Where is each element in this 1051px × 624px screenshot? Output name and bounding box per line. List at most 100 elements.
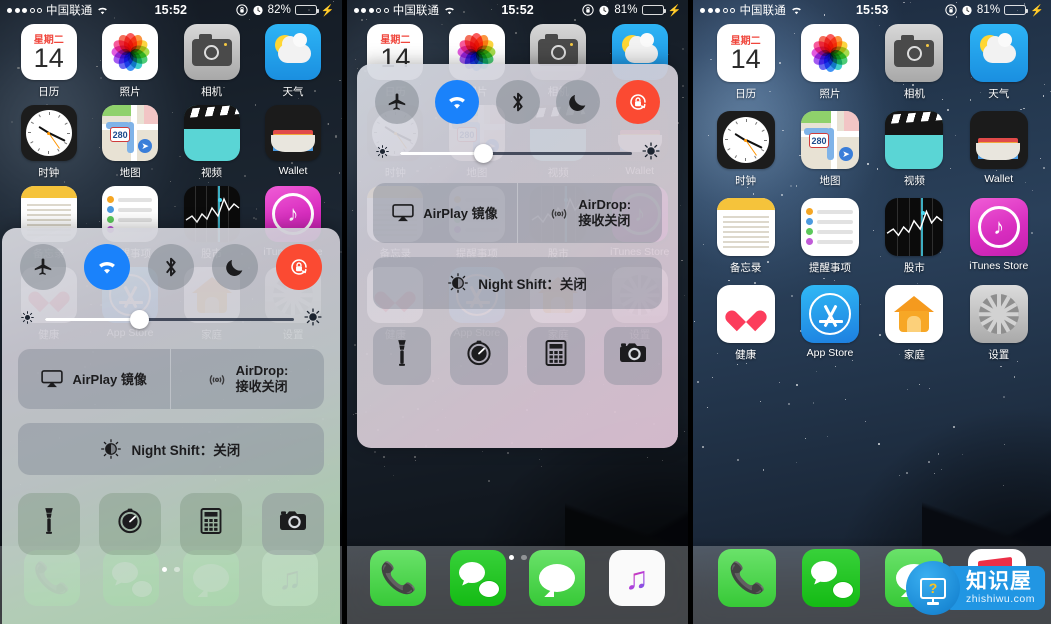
- home-app-icon[interactable]: [885, 285, 944, 343]
- control-center-shortcuts: [369, 309, 667, 389]
- app-label: 健康: [735, 349, 757, 361]
- toggle-bluetooth[interactable]: [495, 80, 540, 124]
- night-shift-button[interactable]: Night Shift：关闭: [18, 422, 324, 475]
- app-camera[interactable]: 相机: [872, 24, 956, 101]
- app-photos[interactable]: 照片: [89, 24, 170, 99]
- app-clock[interactable]: 时钟: [703, 111, 787, 188]
- shortcut-flashlight[interactable]: [372, 326, 431, 385]
- shortcut-camera[interactable]: [261, 492, 324, 555]
- app-label: Wallet: [278, 165, 308, 177]
- airplay-mirroring-button[interactable]: AirPlay 镜像: [373, 183, 517, 243]
- weather-app-icon[interactable]: [265, 24, 321, 80]
- timer-icon: [116, 507, 144, 540]
- status-bar: 中国联通 15:53 81% ⚡: [693, 0, 1051, 20]
- stocks-app-icon[interactable]: [885, 198, 944, 256]
- app-videos[interactable]: 视频: [171, 105, 252, 180]
- calendar-app-icon[interactable]: 星期二 14: [716, 24, 775, 82]
- app-weather[interactable]: 天气: [957, 24, 1041, 101]
- settings-app-icon[interactable]: [969, 285, 1028, 343]
- camera-app-icon[interactable]: [885, 24, 944, 82]
- toggle-wifi[interactable]: [83, 244, 130, 290]
- itunes-store-app-icon[interactable]: ♪: [969, 198, 1028, 256]
- airplane-icon: [386, 91, 408, 113]
- videos-app-icon[interactable]: [183, 105, 240, 161]
- clock-app-icon[interactable]: [20, 105, 77, 161]
- clock-app-icon[interactable]: [716, 111, 775, 169]
- brightness-track[interactable]: [399, 144, 633, 163]
- app-stocks[interactable]: 股市: [872, 198, 956, 275]
- toggle-airplane-mode[interactable]: [374, 80, 419, 124]
- app-videos[interactable]: 视频: [872, 111, 956, 188]
- app-clock[interactable]: 时钟: [8, 105, 89, 180]
- app-maps[interactable]: 280➤ 地图: [89, 105, 170, 180]
- app-wallet[interactable]: Wallet: [252, 105, 333, 180]
- app-label: 视频: [903, 175, 925, 187]
- notes-app-icon[interactable]: [716, 198, 775, 256]
- brightness-slider[interactable]: [369, 124, 667, 169]
- phone-dock-icon[interactable]: 📞: [718, 549, 777, 607]
- toggle-do-not-disturb[interactable]: [555, 80, 600, 124]
- control-center-toggles: [369, 78, 667, 124]
- shortcut-timer[interactable]: [99, 492, 162, 555]
- airdrop-button[interactable]: AirDrop: 接收关闭: [517, 183, 662, 243]
- monitor-question-icon: ?: [905, 561, 960, 615]
- shortcut-camera[interactable]: [604, 326, 663, 385]
- toggle-rotation-lock[interactable]: [616, 80, 661, 124]
- airplay-mirroring-button[interactable]: AirPlay 镜像: [18, 349, 170, 409]
- toggle-rotation-lock[interactable]: [275, 244, 322, 290]
- app-home[interactable]: 家庭: [872, 285, 956, 362]
- photos-app-icon[interactable]: [102, 24, 159, 80]
- toggle-do-not-disturb[interactable]: [211, 244, 258, 290]
- app-label: 日历: [38, 86, 60, 98]
- photos-app-icon[interactable]: [801, 24, 860, 82]
- toggle-wifi[interactable]: [435, 80, 480, 124]
- airdrop-button[interactable]: AirDrop: 接收关闭: [170, 349, 323, 409]
- wallet-app-icon[interactable]: [265, 105, 321, 161]
- airdrop-label: AirDrop: 接收关闭: [578, 197, 631, 229]
- control-center-panel[interactable]: AirPlay 镜像 AirDrop: 接收关闭 Night Shift：关闭: [356, 64, 679, 448]
- toggle-airplane-mode[interactable]: [20, 244, 66, 290]
- toggle-bluetooth[interactable]: [147, 244, 194, 290]
- videos-app-icon[interactable]: [885, 111, 944, 169]
- app-settings[interactable]: 设置: [957, 285, 1041, 362]
- night-shift-label: Night Shift：关闭: [478, 276, 587, 292]
- app-weather[interactable]: 天气: [252, 24, 333, 99]
- app-photos[interactable]: 照片: [788, 24, 872, 101]
- wallet-app-icon[interactable]: [969, 111, 1028, 169]
- night-shift-button[interactable]: Night Shift：关闭: [372, 256, 663, 309]
- app-calendar[interactable]: 星期二14 日历: [8, 24, 89, 99]
- control-center-panel[interactable]: AirPlay 镜像 AirDrop: 接收关闭 Night Shift：关闭: [2, 228, 340, 624]
- app-notes[interactable]: 备忘录: [703, 198, 787, 275]
- brightness-knob[interactable]: [130, 310, 149, 329]
- app-itunes[interactable]: ♪ iTunes Store: [957, 198, 1041, 275]
- brightness-track[interactable]: [45, 310, 294, 329]
- app-camera[interactable]: 相机: [171, 24, 252, 99]
- app-appstore[interactable]: App Store: [788, 285, 872, 362]
- camera-app-icon[interactable]: [183, 24, 240, 80]
- bluetooth-icon: [509, 90, 527, 114]
- reminders-app-icon[interactable]: [801, 198, 860, 256]
- maps-app-icon[interactable]: 280➤: [102, 105, 159, 161]
- wechat-dock-icon[interactable]: [801, 549, 860, 607]
- brightness-knob[interactable]: [473, 144, 493, 163]
- shortcut-flashlight[interactable]: [18, 492, 80, 555]
- app-maps[interactable]: 280➤ 地图: [788, 111, 872, 188]
- app-wallet[interactable]: Wallet: [957, 111, 1041, 188]
- app-store-app-icon[interactable]: [801, 285, 860, 343]
- shortcut-calculator[interactable]: [527, 326, 586, 385]
- health-app-icon[interactable]: [716, 285, 775, 343]
- weather-app-icon[interactable]: [969, 24, 1028, 82]
- app-label: 照片: [819, 88, 841, 100]
- brightness-slider[interactable]: [14, 290, 328, 335]
- app-health[interactable]: 健康: [703, 285, 787, 362]
- app-reminders[interactable]: 提醒事项: [788, 198, 872, 275]
- app-label: 视频: [201, 167, 223, 179]
- app-calendar[interactable]: 星期二14 日历: [703, 24, 787, 101]
- shortcut-timer[interactable]: [449, 326, 508, 385]
- maps-app-icon[interactable]: 280➤: [801, 111, 860, 169]
- airdrop-label: AirDrop: 接收关闭: [236, 363, 289, 395]
- pane-left: 中国联通 15:52 82% ⚡ 星期二 14 日历 照片 相机 天气 时钟 2…: [0, 0, 342, 624]
- shortcut-calculator[interactable]: [180, 492, 243, 555]
- control-center-shortcuts: [14, 475, 328, 559]
- calendar-app-icon[interactable]: 星期二 14: [20, 24, 77, 80]
